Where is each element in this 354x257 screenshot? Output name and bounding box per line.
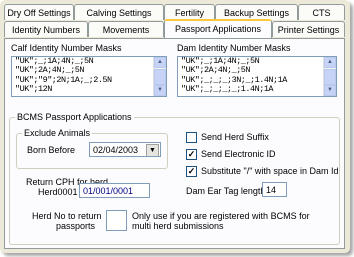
list-item[interactable]: "UK";_;_;_;_;1.4N;1A bbox=[178, 84, 336, 94]
dam-ear-tag-length-label: Dam Ear Tag length bbox=[186, 186, 266, 196]
dam-masks-list[interactable]: "UK";_;1A;4N;_;5N "UK";2A;4N;_;5N "UK";_… bbox=[177, 56, 337, 97]
return-cph-input[interactable]: 01/001/0001 bbox=[79, 183, 150, 198]
tab-movements[interactable]: Movements bbox=[88, 21, 164, 37]
scroll-thumb[interactable] bbox=[154, 69, 166, 85]
send-herd-suffix-label: Send Herd Suffix bbox=[201, 132, 269, 142]
tab-calving-settings[interactable]: Calving Settings bbox=[74, 4, 164, 20]
exclude-animals-title: Exclude Animals bbox=[22, 128, 93, 138]
born-before-label: Born Before bbox=[27, 145, 76, 155]
calf-masks-scrollbar[interactable]: ▲ ▼ bbox=[153, 57, 166, 96]
dam-masks-label: Dam Identity Number Masks bbox=[177, 43, 291, 53]
born-before-date-picker[interactable]: 02/04/2003 ▼ bbox=[89, 142, 161, 157]
send-electronic-id-checkbox[interactable]: ✓ bbox=[186, 149, 197, 160]
send-herd-suffix-checkbox[interactable] bbox=[186, 132, 197, 143]
list-item[interactable]: "UK";12N bbox=[12, 84, 166, 94]
scroll-down-icon[interactable]: ▼ bbox=[154, 85, 166, 96]
return-cph-herd-label: Herd0001 bbox=[38, 187, 78, 197]
passport-applications-panel: Calf Identity Number Masks "UK";_;1A;4N;… bbox=[4, 38, 345, 249]
scroll-up-icon[interactable]: ▲ bbox=[324, 57, 336, 68]
calf-masks-list[interactable]: "UK";_;1A;4N;_;5N "UK";2A;4N;_;5N "UK";"… bbox=[11, 56, 167, 97]
exclude-animals-group: Exclude Animals Born Before 02/04/2003 ▼ bbox=[16, 128, 168, 169]
herd-no-label-2: passports bbox=[56, 221, 96, 231]
multi-herd-note-line-1: Only use if you are registered with BCMS… bbox=[132, 211, 310, 221]
dam-ear-tag-length-input[interactable]: 14 bbox=[262, 182, 287, 197]
scroll-thumb[interactable] bbox=[324, 69, 336, 85]
calf-masks-label: Calf Identity Number Masks bbox=[11, 43, 122, 53]
send-electronic-id-label: Send Electronic ID bbox=[201, 149, 276, 159]
born-before-value: 02/04/2003 bbox=[93, 145, 139, 155]
tab-cts[interactable]: CTS bbox=[298, 4, 345, 20]
tab-fertility[interactable]: Fertility bbox=[164, 4, 215, 20]
herd-no-input[interactable] bbox=[106, 210, 127, 231]
tab-identity-numbers[interactable]: Identity Numbers bbox=[4, 21, 88, 37]
multi-herd-note-line-2: multi herd submissions bbox=[132, 221, 224, 231]
substitute-slash-label: Substitute "/" with space in Dam Id bbox=[201, 166, 339, 176]
settings-dialog: Dry Off Settings Calving Settings Fertil… bbox=[0, 0, 350, 253]
bcms-passport-group: BCMS Passport Applications Exclude Anima… bbox=[9, 112, 340, 245]
scroll-up-icon[interactable]: ▲ bbox=[154, 57, 166, 68]
dam-masks-scrollbar[interactable]: ▲ ▼ bbox=[323, 57, 336, 96]
tab-backup-settings[interactable]: Backup Settings bbox=[215, 4, 298, 20]
substitute-slash-checkbox[interactable]: ✓ bbox=[186, 166, 197, 177]
tab-printer-settings[interactable]: Printer Settings bbox=[272, 21, 345, 37]
tab-dry-off-settings[interactable]: Dry Off Settings bbox=[4, 4, 74, 20]
herd-no-label: Herd No to return bbox=[32, 211, 102, 221]
chevron-down-icon[interactable]: ▼ bbox=[146, 144, 159, 156]
tab-passport-applications[interactable]: Passport Applications bbox=[164, 19, 272, 38]
scroll-down-icon[interactable]: ▼ bbox=[324, 85, 336, 96]
bcms-group-title: BCMS Passport Applications bbox=[15, 112, 134, 122]
